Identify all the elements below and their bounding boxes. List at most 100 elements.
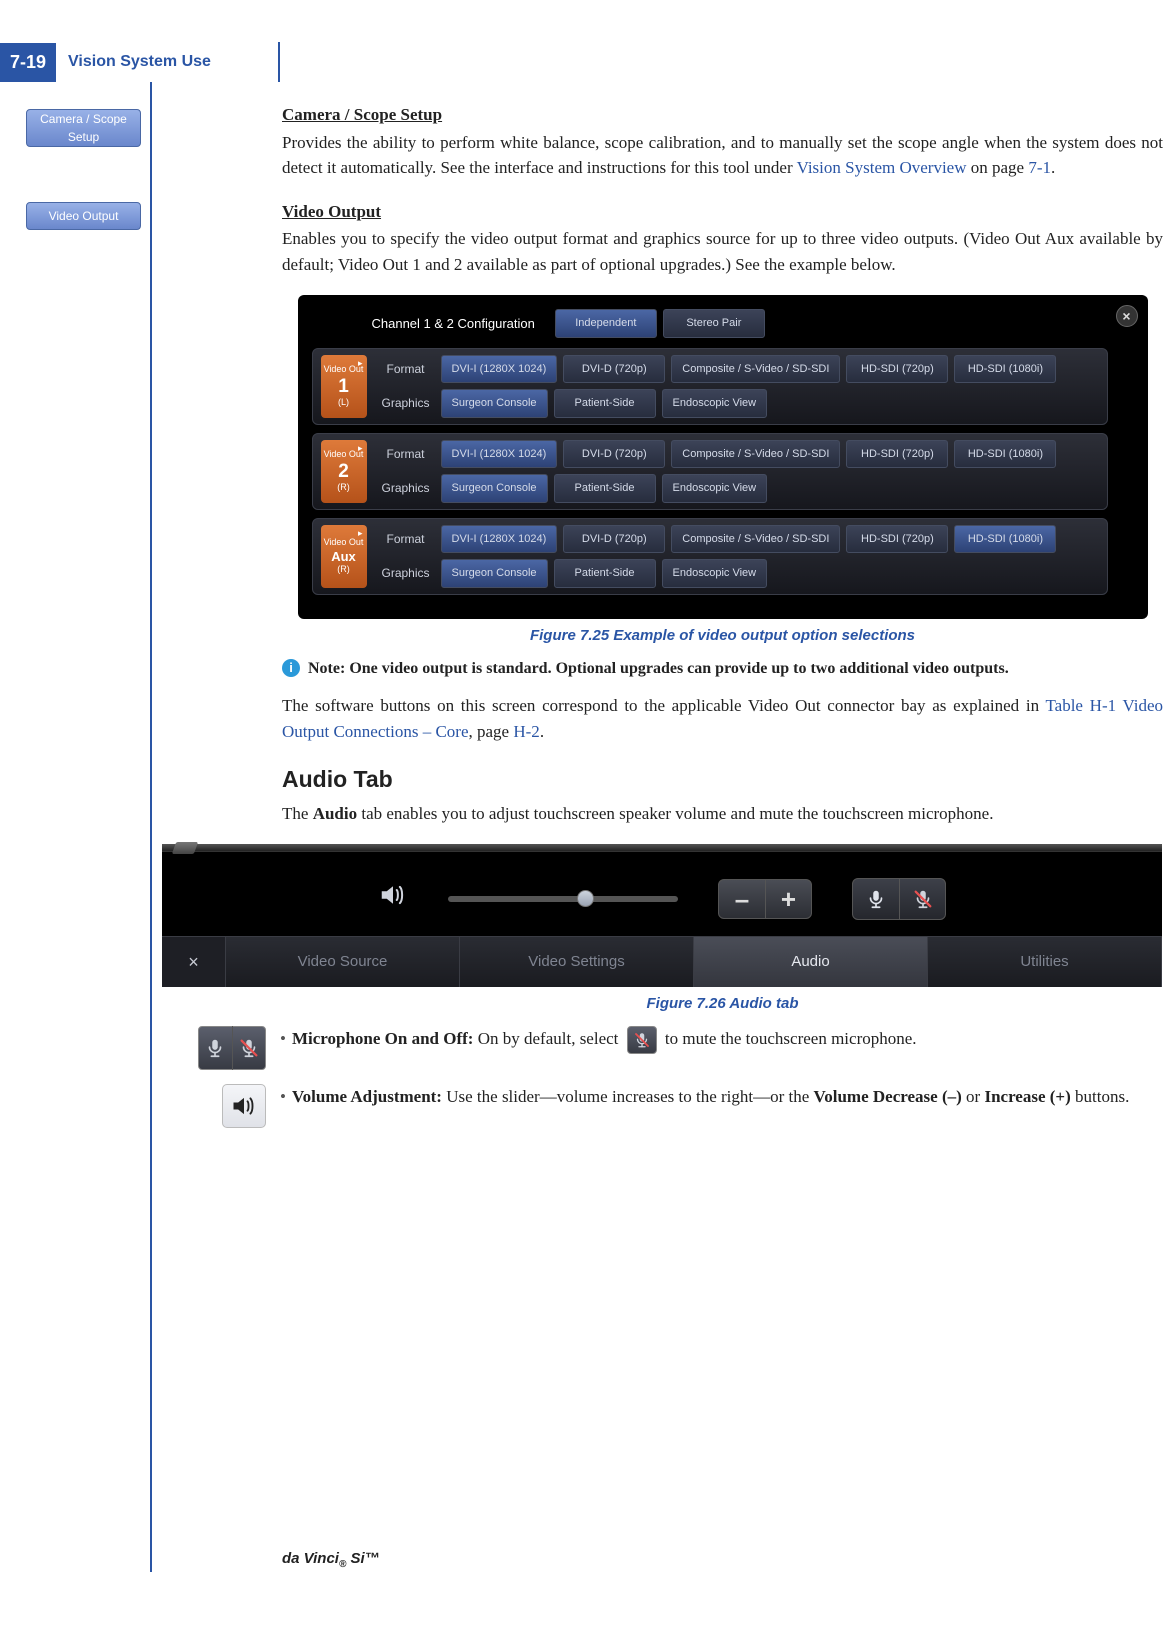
eraser-icon[interactable]: [172, 842, 198, 854]
gfx-surgeon[interactable]: Surgeon Console: [441, 474, 548, 503]
brand-suffix: Si™: [346, 1550, 379, 1567]
config-independent[interactable]: Independent: [555, 309, 657, 338]
camera-text: Provides the ability to perform white ba…: [282, 130, 1163, 181]
fmt-composite[interactable]: Composite / S-Video / SD-SDI: [671, 440, 840, 469]
inline-mute-icon[interactable]: [627, 1026, 657, 1054]
audio-intro: The Audio tab enables you to adjust touc…: [282, 801, 1163, 827]
mic-on-button[interactable]: [853, 879, 899, 919]
channel-1: ▸ Video Out 1 (L) Format DVI-I (1280X 10…: [312, 348, 1108, 425]
bullet-vol-increase: Increase (+): [984, 1087, 1070, 1106]
graphics-label: Graphics: [377, 394, 435, 412]
fmt-composite[interactable]: Composite / S-Video / SD-SDI: [671, 525, 840, 554]
graphics-label: Graphics: [377, 564, 435, 582]
bullet-mic-before: On by default, select: [473, 1029, 622, 1048]
volume-slider-thumb[interactable]: [577, 890, 594, 907]
fmt-composite[interactable]: Composite / S-Video / SD-SDI: [671, 355, 840, 384]
fmt-hdsdi-1080[interactable]: HD-SDI (1080i): [954, 525, 1056, 554]
mic-on-icon: [199, 1026, 232, 1070]
tab-video-settings[interactable]: Video Settings: [460, 937, 694, 987]
tab-audio[interactable]: Audio: [694, 937, 928, 987]
video-output-button[interactable]: Video Output: [26, 202, 141, 230]
volume-buttons: – +: [718, 879, 812, 919]
graphics-label: Graphics: [377, 479, 435, 497]
volume-icon: [222, 1084, 266, 1128]
volume-slider[interactable]: [448, 896, 678, 902]
figure-7-26-caption: Figure 7.26 Audio tab: [282, 993, 1163, 1016]
fmt-hdsdi-720[interactable]: HD-SDI (720p): [846, 525, 948, 554]
fmt-hdsdi-1080[interactable]: HD-SDI (1080i): [954, 440, 1056, 469]
badge-num: 1: [338, 377, 349, 396]
fmt-dvi-i[interactable]: DVI-I (1280X 1024): [441, 525, 558, 554]
gfx-endoscopic[interactable]: Endoscopic View: [662, 559, 768, 588]
close-icon[interactable]: ×: [162, 937, 226, 987]
camera-text-mid: on page: [967, 158, 1029, 177]
gfx-surgeon[interactable]: Surgeon Console: [441, 389, 548, 418]
fmt-dvi-d[interactable]: DVI-D (720p): [563, 355, 665, 384]
tab-video-source[interactable]: Video Source: [226, 937, 460, 987]
figure-7-25: × Channel 1 & 2 Configuration Independen…: [282, 295, 1163, 619]
audio-intro-bold: Audio: [313, 804, 357, 823]
fmt-hdsdi-720[interactable]: HD-SDI (720p): [846, 355, 948, 384]
channel-aux-badge: ▸ Video Out Aux (R): [321, 525, 367, 588]
camera-heading: Camera / Scope Setup: [282, 102, 1163, 128]
audio-intro-after: tab enables you to adjust touchscreen sp…: [357, 804, 993, 823]
channel-2: ▸ Video Out 2 (R) Format DVI-I (1280X 10…: [312, 433, 1108, 510]
page-header: 7-19 Vision System Use: [0, 42, 280, 82]
volume-increase-button[interactable]: +: [765, 880, 811, 918]
note-block: i Note: One video output is standard. Op…: [282, 657, 1163, 681]
video-text: Enables you to specify the video output …: [282, 226, 1163, 277]
fmt-dvi-i[interactable]: DVI-I (1280X 1024): [441, 355, 558, 384]
page-number: 7-19: [0, 43, 56, 82]
gfx-endoscopic[interactable]: Endoscopic View: [662, 474, 768, 503]
badge-num: Aux: [331, 550, 356, 563]
mic-toggle-group: [852, 878, 946, 920]
bullet-vol-decrease: Volume Decrease (–): [814, 1087, 962, 1106]
video-output-panel: × Channel 1 & 2 Configuration Independen…: [298, 295, 1148, 619]
channel-1-badge: ▸ Video Out 1 (L): [321, 355, 367, 418]
mic-mute-icon: [232, 1026, 265, 1070]
audio-panel: – + × Video Source Video Settings Audio …: [162, 844, 1162, 987]
vision-system-overview-link[interactable]: Vision System Overview: [797, 158, 967, 177]
channel-2-badge: ▸ Video Out 2 (R): [321, 440, 367, 503]
speaker-icon: [378, 880, 408, 918]
audio-tab-heading: Audio Tab: [282, 762, 1163, 797]
footer-brand: da Vinci® Si™: [282, 1548, 380, 1572]
mic-toggle-icon: [198, 1026, 266, 1070]
gfx-patient[interactable]: Patient-Side: [554, 389, 656, 418]
fmt-hdsdi-1080[interactable]: HD-SDI (1080i): [954, 355, 1056, 384]
video-panel-close-icon[interactable]: ×: [1116, 305, 1138, 327]
bullet-vol-mid: or: [962, 1087, 985, 1106]
note-text: Note: One video output is standard. Opti…: [308, 657, 1163, 681]
badge-sub: (L): [338, 396, 349, 410]
mic-mute-button[interactable]: [899, 879, 945, 919]
after-note-text: The software buttons on this screen corr…: [282, 693, 1163, 744]
config-stereo-pair[interactable]: Stereo Pair: [663, 309, 765, 338]
format-label: Format: [377, 530, 435, 548]
audio-intro-before: The: [282, 804, 313, 823]
after-note-before: The software buttons on this screen corr…: [282, 696, 1045, 715]
section-title: Vision System Use: [68, 50, 211, 74]
gfx-patient[interactable]: Patient-Side: [554, 559, 656, 588]
after-note-mid: , page: [469, 722, 514, 741]
fmt-dvi-i[interactable]: DVI-I (1280X 1024): [441, 440, 558, 469]
fmt-hdsdi-720[interactable]: HD-SDI (720p): [846, 440, 948, 469]
after-note-after: .: [540, 722, 544, 741]
gfx-patient[interactable]: Patient-Side: [554, 474, 656, 503]
gfx-endoscopic[interactable]: Endoscopic View: [662, 389, 768, 418]
bullet-volume: •Volume Adjustment: Use the slider—volum…: [280, 1084, 1163, 1110]
camera-text-after: .: [1051, 158, 1055, 177]
bullet-mic-label: Microphone On and Off:: [292, 1029, 474, 1048]
fmt-dvi-d[interactable]: DVI-D (720p): [563, 525, 665, 554]
camera-scope-setup-button[interactable]: Camera / Scope Setup: [26, 109, 141, 147]
bullet-vol-after: buttons.: [1071, 1087, 1130, 1106]
bullet-vol-before: Use the slider—volume increases to the r…: [442, 1087, 814, 1106]
volume-decrease-button[interactable]: –: [719, 880, 765, 918]
bullet-vol-label: Volume Adjustment:: [292, 1087, 442, 1106]
badge-num: 2: [338, 462, 349, 481]
fmt-dvi-d[interactable]: DVI-D (720p): [563, 440, 665, 469]
gfx-surgeon[interactable]: Surgeon Console: [441, 559, 548, 588]
page-ref-h2[interactable]: H-2: [513, 722, 539, 741]
page-ref-7-1[interactable]: 7-1: [1028, 158, 1051, 177]
bullet-mic: •Microphone On and Off: On by default, s…: [280, 1026, 1163, 1054]
tab-utilities[interactable]: Utilities: [928, 937, 1162, 987]
